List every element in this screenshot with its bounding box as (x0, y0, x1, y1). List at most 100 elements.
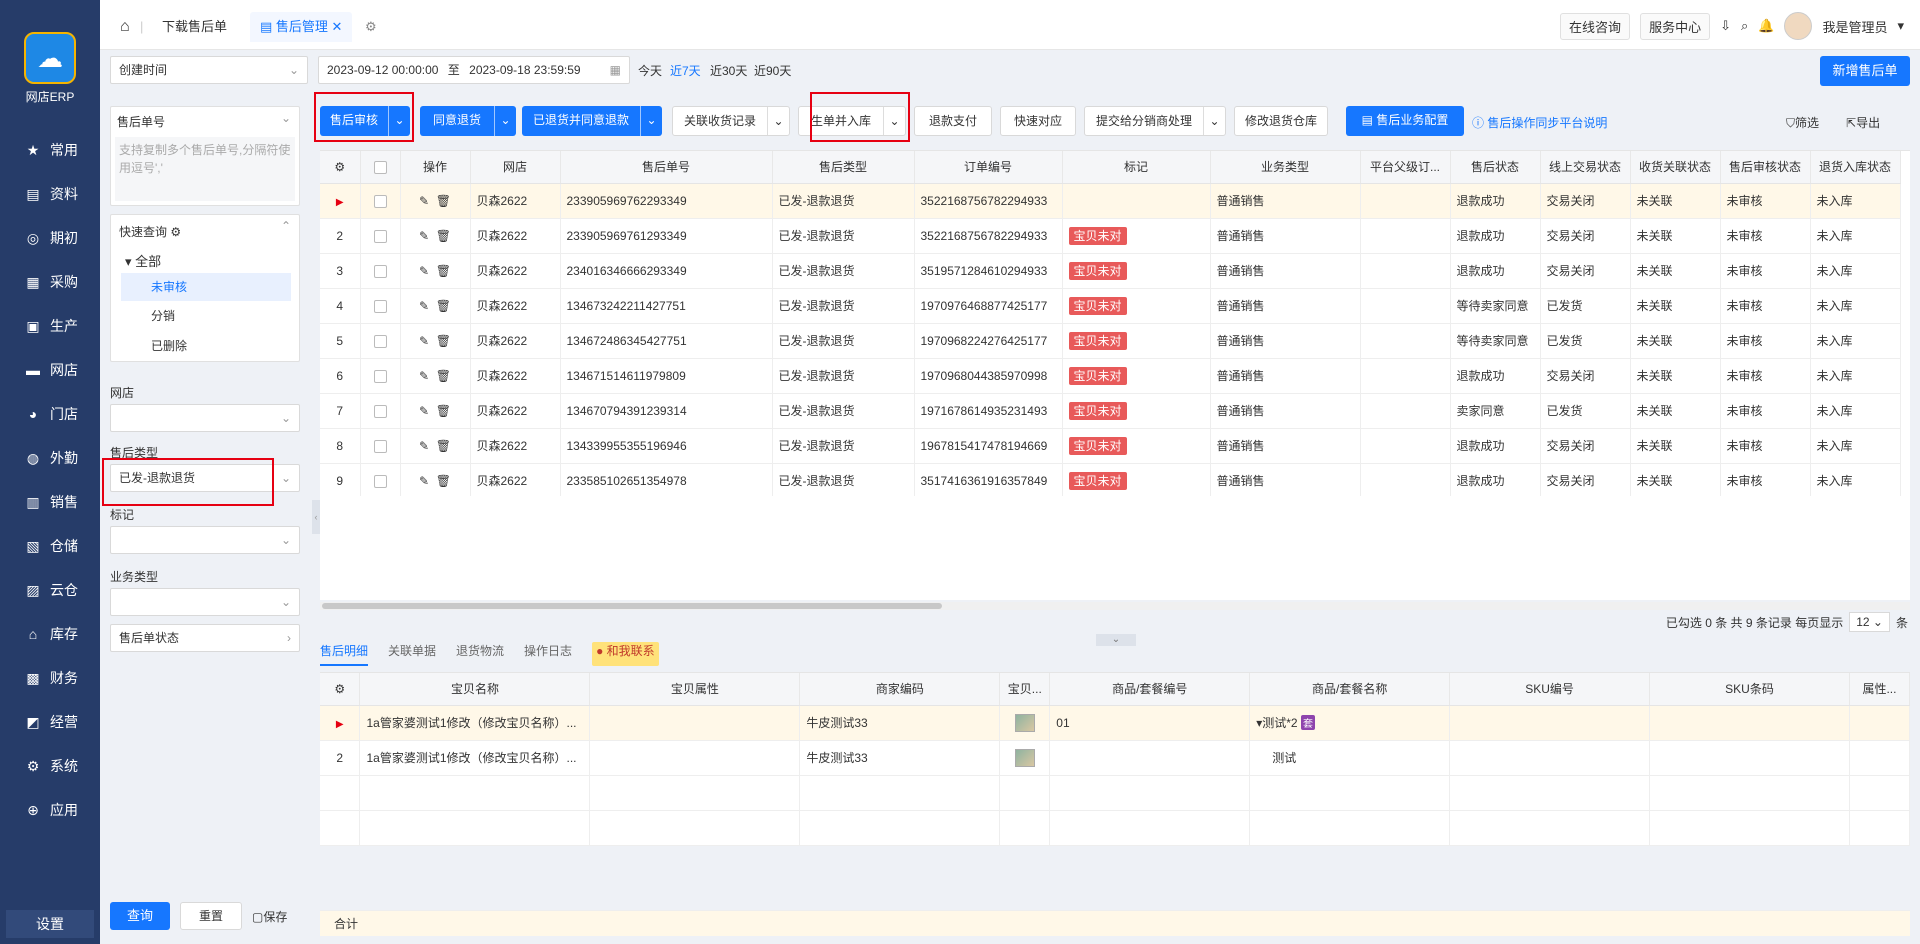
refund-pay-button[interactable]: 退款支付 (914, 106, 992, 136)
scrollbar-thumb[interactable] (322, 603, 942, 609)
detail-row[interactable]: ▶ 1a管家婆测试1修改（修改宝贝名称）... 牛皮测试33 01 ▾测试*2 套 (320, 705, 1911, 741)
col-action[interactable]: 操作 (400, 151, 471, 184)
edit-icon[interactable]: ✎ (419, 404, 429, 418)
delete-icon[interactable]: 🗑 (436, 439, 451, 453)
row-checkbox[interactable] (360, 463, 401, 499)
status-select[interactable]: 售后单状态 › (110, 624, 300, 652)
col-biz-type[interactable]: 业务类型 (1210, 151, 1361, 184)
tab-operation-log[interactable]: 操作日志 (524, 642, 572, 666)
type-select[interactable]: 已发-退款退货 ⌄ (110, 464, 300, 492)
reset-button[interactable]: 重置 (180, 902, 242, 930)
quick-30days[interactable]: 近30天 (710, 62, 747, 79)
quick-today[interactable]: 今天 (638, 62, 662, 79)
edit-icon[interactable]: ✎ (419, 334, 429, 348)
tree-item-distribution[interactable]: 分销 (151, 307, 175, 324)
edit-icon[interactable]: ✎ (419, 264, 429, 278)
save-button[interactable]: ▢保存 (252, 908, 287, 925)
edit-icon[interactable]: ✎ (419, 369, 429, 383)
search-icon[interactable]: ⌕ (1741, 18, 1748, 34)
sync-help-link[interactable]: ⓘ 售后操作同步平台说明 (1472, 114, 1607, 131)
nav-item-business[interactable]: ◩ 经营 (0, 700, 100, 744)
table-row[interactable]: 6 ✎ 🗑 贝森2622 134671514611979809 已发-退款退货 19709… (320, 358, 1901, 394)
order-no-cell[interactable]: 1971678614935231493 (914, 393, 1063, 429)
col-receipt-status[interactable]: 收货关联状态 (1630, 151, 1721, 184)
aftersale-no-cell[interactable]: 134672486345427751 (560, 323, 773, 359)
mark-select[interactable]: ⌄ (110, 526, 300, 554)
order-no-cell[interactable]: 3519571284610294933 (914, 253, 1063, 289)
chevron-down-icon[interactable]: ⌄ (767, 107, 789, 135)
nav-item-production[interactable]: ▣ 生产 (0, 304, 100, 348)
submit-distributor-button[interactable]: 提交给分销商处理 ⌄ (1084, 106, 1226, 136)
returned-agree-refund-button[interactable]: 已退货并同意退款 ⌄ (522, 106, 662, 136)
edit-icon[interactable]: ✎ (419, 439, 429, 453)
contact-me-button[interactable]: ● 和我联系 (592, 642, 659, 666)
aftersale-no-cell[interactable]: 134670794391239314 (560, 393, 773, 429)
table-row[interactable]: 4 ✎ 🗑 贝森2622 134673242211427751 已发-退款退货 19709… (320, 288, 1901, 324)
select-all-checkbox[interactable] (360, 151, 401, 184)
row-checkbox[interactable] (360, 428, 401, 464)
chevron-down-icon[interactable]: ⌄ (640, 106, 662, 136)
aftersale-no-cell[interactable]: 134671514611979809 (560, 358, 773, 394)
row-checkbox[interactable] (360, 358, 401, 394)
col-mark[interactable]: 标记 (1062, 151, 1211, 184)
nav-item-initial[interactable]: ◎ 期初 (0, 216, 100, 260)
col-aftersale-type[interactable]: 售后类型 (772, 151, 915, 184)
col-stock-status[interactable]: 退货入库状态 (1810, 151, 1901, 184)
table-row[interactable]: 2 ✎ 🗑 贝森2622 233905969761293349 已发-退款退货 35221… (320, 218, 1901, 254)
order-no-input[interactable]: 支持复制多个售后单号,分隔符使用逗号',' (115, 137, 295, 201)
nav-item-store[interactable]: ▬ 网店 (0, 348, 100, 392)
user-name[interactable]: 我是管理员 (1822, 17, 1887, 36)
horizontal-scrollbar[interactable] (320, 602, 1910, 610)
delete-icon[interactable]: 🗑 (436, 334, 451, 348)
edit-icon[interactable]: ✎ (419, 299, 429, 313)
col-attr-more[interactable]: 属性... (1849, 673, 1911, 706)
chevron-down-icon[interactable]: ⌄ (388, 106, 410, 136)
row-checkbox[interactable] (360, 323, 401, 359)
detail-column-settings-icon[interactable]: ⚙ (320, 673, 361, 706)
quick-7days[interactable]: 近7天 (670, 62, 701, 79)
chevron-down-icon[interactable]: ⌄ (883, 107, 905, 135)
shop-select[interactable]: ⌄ (110, 404, 300, 432)
agree-return-button[interactable]: 同意退货 ⌄ (420, 106, 516, 136)
nav-item-inventory[interactable]: ⌂ 库存 (0, 612, 100, 656)
link-receipt-button[interactable]: 关联收货记录 ⌄ (672, 106, 790, 136)
order-no-cell[interactable]: 1970968044385970998 (914, 358, 1063, 394)
tree-item-deleted[interactable]: 已删除 (151, 337, 187, 354)
col-online-status[interactable]: 线上交易状态 (1540, 151, 1631, 184)
new-aftersale-button[interactable]: 新增售后单 (1820, 56, 1910, 86)
order-no-cell[interactable]: 3517416361916357849 (914, 463, 1063, 499)
chevron-down-icon[interactable]: ⌄ (494, 106, 516, 136)
export-button[interactable]: ⇱导出 (1846, 114, 1916, 131)
nav-item-data[interactable]: ▤ 资料 (0, 172, 100, 216)
chevron-up-icon[interactable]: ⌃ (281, 219, 291, 233)
tree-item-unaudited[interactable]: 未审核 (121, 273, 291, 301)
nav-item-shop[interactable]: ◕ 门店 (0, 392, 100, 436)
col-sku-barcode[interactable]: SKU条码 (1649, 673, 1850, 706)
table-row[interactable]: 8 ✎ 🗑 贝森2622 134339955355196946 已发-退款退货 19678… (320, 428, 1901, 464)
tab-settings-icon[interactable]: ⚙ (365, 12, 377, 42)
row-checkbox[interactable] (360, 218, 401, 254)
aftersale-no-cell[interactable]: 134339955355196946 (560, 428, 773, 464)
order-no-cell[interactable]: 1967815417478194669 (914, 428, 1063, 464)
table-row[interactable]: ▶ ✎ 🗑 贝森2622 233905969762293349 已发-退款退货 35221… (320, 183, 1901, 219)
modify-return-warehouse-button[interactable]: 修改退货仓库 (1234, 106, 1328, 136)
delete-icon[interactable]: 🗑 (436, 474, 451, 488)
col-item-attr[interactable]: 宝贝属性 (589, 673, 801, 706)
row-checkbox[interactable] (360, 183, 401, 219)
item-thumbnail[interactable] (999, 740, 1051, 776)
biz-select[interactable]: ⌄ (110, 588, 300, 616)
col-item-image[interactable]: 宝贝... (999, 673, 1051, 706)
aftersale-no-cell[interactable]: 233585102651354978 (560, 463, 773, 499)
aftersale-no-cell[interactable]: 233905969761293349 (560, 218, 773, 254)
tab-aftersale-detail[interactable]: 售后明细 (320, 642, 369, 666)
home-icon[interactable]: ⌂ (120, 12, 130, 42)
tab-aftersale-manage[interactable]: ▤ 售后管理 ✕ (250, 12, 353, 42)
aftersale-no-cell[interactable]: 233905969762293349 (560, 183, 773, 219)
online-consult-button[interactable]: 在线咨询 (1560, 12, 1631, 40)
chevron-down-icon[interactable]: ⌄ (1203, 107, 1225, 135)
tab-return-logistics[interactable]: 退货物流 (456, 642, 504, 666)
split-handle[interactable]: ⌄ (1096, 634, 1136, 646)
delete-icon[interactable]: 🗑 (436, 404, 451, 418)
col-order-no[interactable]: 订单编号 (914, 151, 1063, 184)
order-no-cell[interactable]: 1970968224276425177 (914, 323, 1063, 359)
